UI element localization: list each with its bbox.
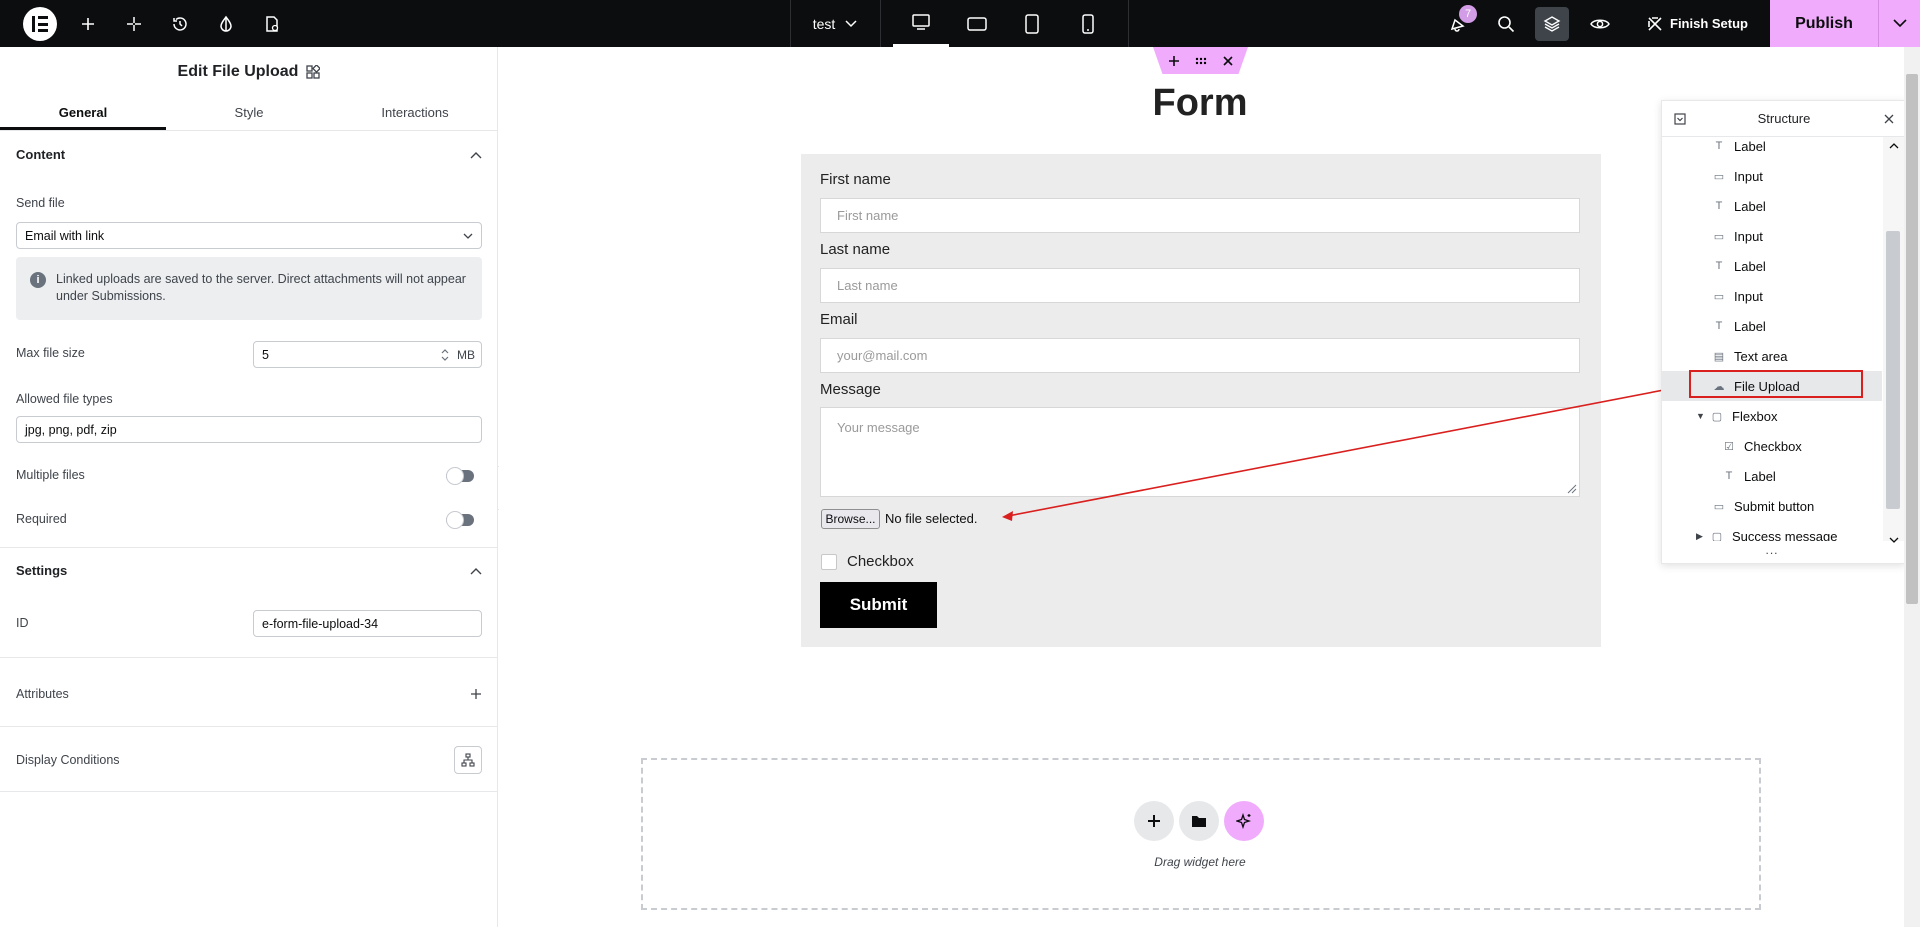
structure-item[interactable]: ▶ ▢ Success message — [1662, 521, 1882, 542]
text-icon: T — [1725, 470, 1733, 482]
structure-item[interactable]: ▭ Submit button — [1662, 491, 1882, 521]
annotation-arrow — [1002, 384, 1691, 521]
structure-item[interactable]: T Label — [1662, 251, 1882, 281]
text-icon: T — [1715, 260, 1723, 272]
structure-item[interactable]: T Label — [1662, 311, 1882, 341]
structure-item[interactable]: ▭ Input — [1662, 161, 1882, 191]
structure-title: Structure — [1757, 111, 1811, 126]
structure-item[interactable]: T Label — [1662, 191, 1882, 221]
structure-header: Structure — [1662, 101, 1906, 137]
text-icon: T — [1715, 320, 1723, 332]
scroll-up-icon[interactable] — [1889, 143, 1899, 149]
structure-item[interactable]: ▼ ▢ Flexbox — [1662, 401, 1882, 431]
textarea-icon: ▤ — [1713, 350, 1725, 363]
button-icon: ▭ — [1713, 500, 1725, 513]
annotation-highlight-box — [1689, 370, 1863, 398]
caret-down-icon[interactable]: ▼ — [1696, 411, 1710, 421]
text-icon: T — [1715, 140, 1723, 152]
canvas-scroll-thumb[interactable] — [1906, 74, 1918, 604]
checkbox-icon: ☑ — [1724, 440, 1734, 453]
structure-item[interactable]: ▤ Text area — [1662, 341, 1882, 371]
structure-list: T Label ▭ Input T Label ▭ Input T Label ▭ Inpu… — [1662, 137, 1906, 541]
input-icon: ▭ — [1713, 290, 1725, 303]
structure-item[interactable]: T Label — [1662, 137, 1882, 161]
structure-panel: Structure T Label ▭ Input T Label ▭ Input TL… — [1661, 100, 1906, 564]
structure-item[interactable]: T Label — [1662, 461, 1882, 491]
structure-item[interactable]: ▭ Input — [1662, 281, 1882, 311]
input-icon: ▭ — [1713, 230, 1725, 243]
caret-right-icon[interactable]: ▶ — [1696, 531, 1710, 542]
structure-item[interactable]: ▭ Input — [1662, 221, 1882, 251]
collapse-structure-icon[interactable] — [1674, 113, 1686, 125]
resize-more-handle[interactable]: ... — [1662, 543, 1882, 557]
flexbox-icon: ▢ — [1711, 410, 1723, 423]
structure-scroll-thumb[interactable] — [1886, 231, 1900, 509]
scroll-down-icon[interactable] — [1889, 537, 1899, 543]
flexbox-icon: ▢ — [1711, 530, 1723, 542]
text-icon: T — [1715, 200, 1723, 212]
structure-item[interactable]: ☑ Checkbox — [1662, 431, 1882, 461]
close-icon[interactable] — [1884, 114, 1894, 124]
input-icon: ▭ — [1713, 170, 1725, 183]
